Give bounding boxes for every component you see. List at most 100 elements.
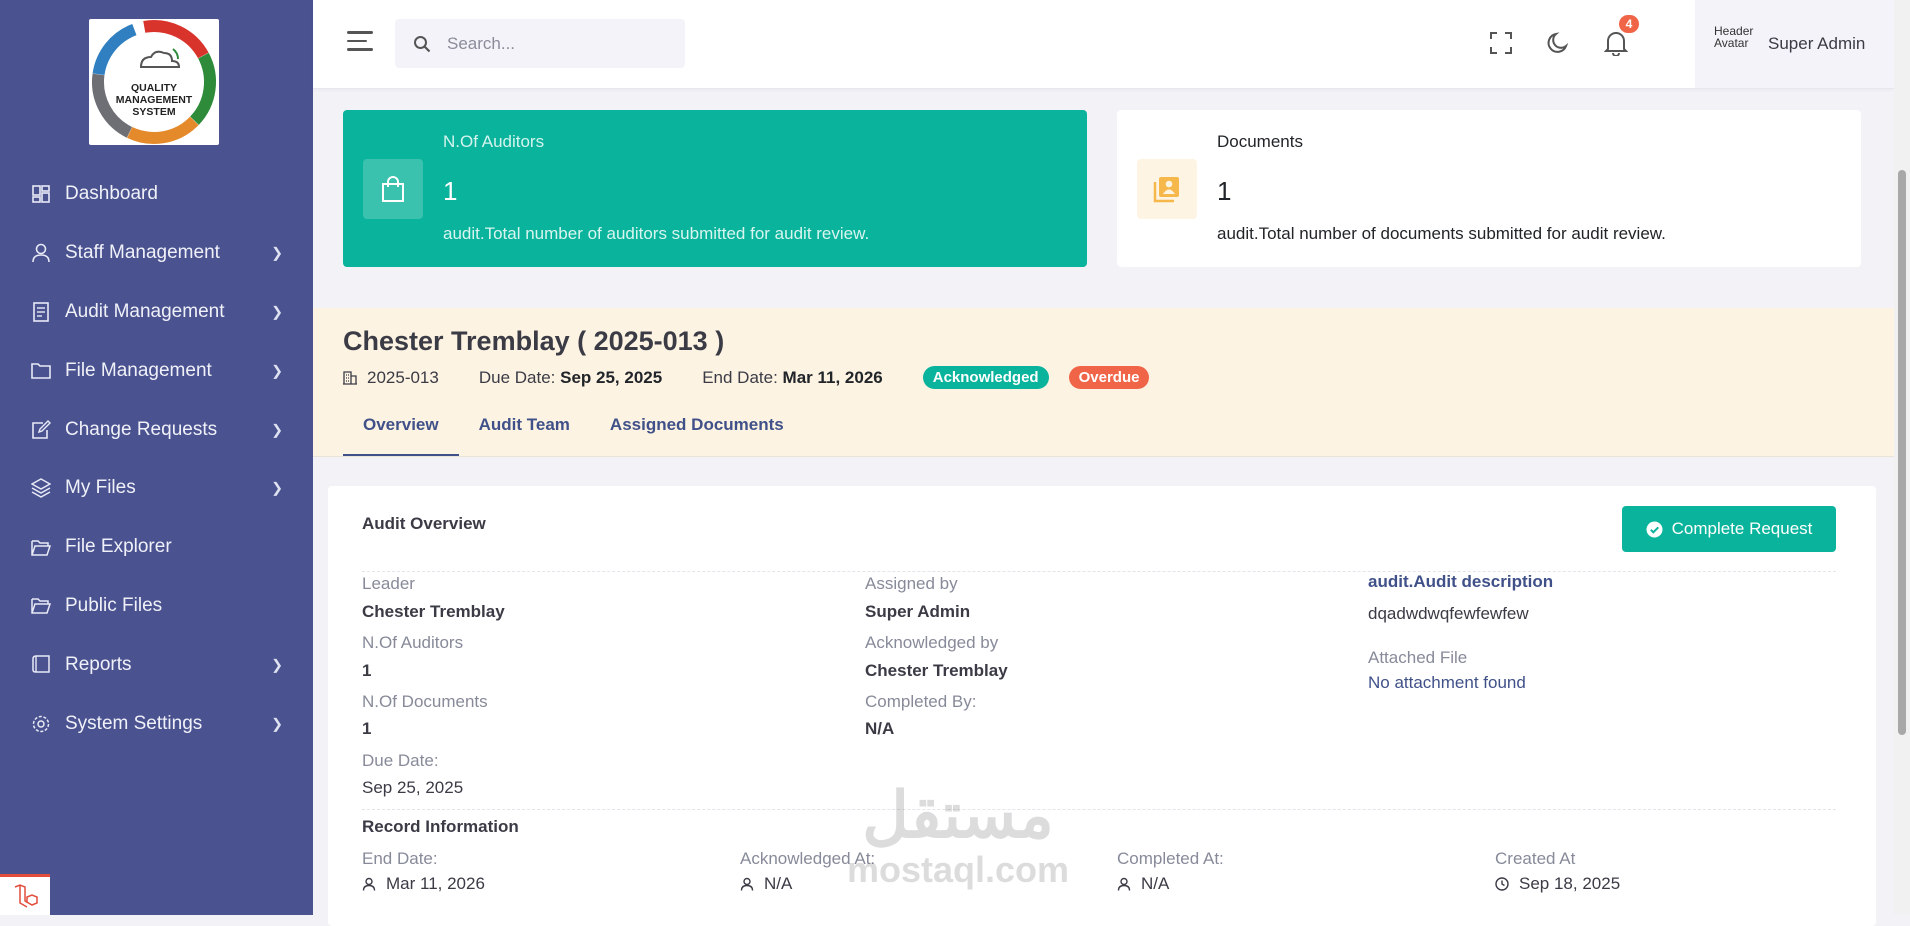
tab-assigned-documents[interactable]: Assigned Documents <box>590 412 804 456</box>
documents-label: N.Of Documents <box>362 692 488 711</box>
sidebar-item-staff-management[interactable]: Staff Management ❯ <box>0 224 313 283</box>
sidebar-item-change-requests[interactable]: Change Requests ❯ <box>0 400 313 459</box>
audit-description-value: dqadwdwqfewfewfew <box>1368 604 1529 623</box>
divider <box>362 571 1836 572</box>
audit-overview-card: Audit Overview Complete Request Leader C… <box>328 486 1876 926</box>
hamburger-menu-icon[interactable] <box>347 31 373 53</box>
sidebar-item-audit-management[interactable]: Audit Management ❯ <box>0 283 313 342</box>
sidebar-item-file-explorer[interactable]: File Explorer <box>0 518 313 577</box>
sidebar-item-label: Public Files <box>65 594 163 616</box>
sidebar-item-label: Audit Management <box>65 300 225 322</box>
record-completed-at: Completed At: N/A <box>1117 849 1224 894</box>
tab-overview[interactable]: Overview <box>343 412 459 456</box>
record-end-date-row: Mar 11, 2026 <box>362 874 485 894</box>
folder-open-icon <box>31 596 51 616</box>
edit-document-icon <box>31 419 51 440</box>
stat-value: 1 <box>1217 176 1232 206</box>
topbar: 4 Header Avatar Super Admin <box>313 0 1894 89</box>
record-end-date-label: End Date: <box>362 849 438 868</box>
record-acknowledged-at: Acknowledged At: N/A <box>740 849 875 894</box>
stat-description: audit.Total number of auditors submitted… <box>443 224 870 243</box>
end-date-value: Mar 11, 2026 <box>782 367 883 387</box>
audit-header: Chester Tremblay ( 2025-013 ) 2025-013 D… <box>313 308 1894 457</box>
user-icon <box>1117 877 1131 891</box>
sidebar-item-file-management[interactable]: File Management ❯ <box>0 341 313 400</box>
record-created-label: Created At <box>1495 849 1576 868</box>
logo-text: QUALITY MANAGEMENT SYSTEM <box>89 82 219 118</box>
search-input[interactable] <box>445 32 669 55</box>
sidebar-item-my-files[interactable]: My Files ❯ <box>0 459 313 518</box>
sidebar-item-label: My Files <box>65 477 136 499</box>
documents-value: 1 <box>362 719 372 738</box>
sidebar-item-label: File Explorer <box>65 536 172 558</box>
notification-count-badge: 4 <box>1619 15 1639 33</box>
laravel-debugbar-icon[interactable] <box>0 874 50 915</box>
gear-icon <box>31 714 51 734</box>
notification-bell-icon[interactable]: 4 <box>1601 15 1639 58</box>
auditors-value: 1 <box>362 661 372 680</box>
record-created-value: Sep 18, 2025 <box>1519 874 1621 893</box>
record-acknowledged-row: N/A <box>740 874 875 894</box>
documents-stat-card: Documents 1 audit.Total number of docume… <box>1117 110 1861 267</box>
record-end-date: End Date: Mar 11, 2026 <box>362 849 485 894</box>
end-date: End Date: Mar 11, 2026 <box>702 368 883 388</box>
chevron-right-icon: ❯ <box>271 303 283 320</box>
complete-request-button[interactable]: Complete Request <box>1622 506 1836 552</box>
fullscreen-icon[interactable] <box>1486 28 1516 58</box>
app-logo[interactable]: QUALITY MANAGEMENT SYSTEM <box>89 19 219 145</box>
leader-label: Leader <box>362 574 415 593</box>
chevron-right-icon: ❯ <box>271 715 283 732</box>
end-date-label: End Date: <box>702 367 778 387</box>
check-circle-icon <box>1646 521 1663 537</box>
sidebar-item-reports[interactable]: Reports ❯ <box>0 635 313 694</box>
dashboard-icon <box>31 184 51 204</box>
record-end-date-value: Mar 11, 2026 <box>386 874 485 893</box>
auditors-label: N.Of Auditors <box>362 633 464 652</box>
audit-description-label: audit.Audit description <box>1368 572 1554 591</box>
page-title: Chester Tremblay ( 2025-013 ) <box>343 326 725 356</box>
chevron-right-icon: ❯ <box>271 421 283 438</box>
sidebar-item-public-files[interactable]: Public Files <box>0 577 313 636</box>
search-icon <box>414 35 431 52</box>
sidebar: QUALITY MANAGEMENT SYSTEM Dashboard Staf… <box>0 0 313 915</box>
tab-audit-team[interactable]: Audit Team <box>459 412 590 456</box>
page-scrollbar[interactable] <box>1894 0 1910 915</box>
logo-text-line: QUALITY <box>130 82 178 94</box>
complete-request-label: Complete Request <box>1671 519 1813 538</box>
divider <box>362 809 1836 810</box>
record-created-at: Created At Sep 18, 2025 <box>1495 849 1620 894</box>
sidebar-nav: Dashboard Staff Management ❯ Audit Manag… <box>0 165 313 753</box>
user-icon <box>362 877 376 891</box>
document-list-icon <box>31 302 51 322</box>
record-information-title: Record Information <box>362 817 519 836</box>
chevron-right-icon: ❯ <box>271 656 283 673</box>
audit-meta: 2025-013 Due Date: Sep 25, 2025 End Date… <box>343 366 1169 389</box>
stat-title: Documents <box>1217 132 1303 151</box>
auditors-stat-card: N.Of Auditors 1 audit.Total number of au… <box>343 110 1087 267</box>
status-badge-overdue: Overdue <box>1068 366 1150 389</box>
user-icon <box>31 243 51 263</box>
building-icon <box>343 370 357 385</box>
user-menu[interactable]: Header Avatar Super Admin <box>1695 0 1894 88</box>
sidebar-item-label: Dashboard <box>65 183 158 205</box>
search-box[interactable] <box>395 19 685 68</box>
logo-text-line: SYSTEM <box>132 106 176 118</box>
avatar: Header Avatar <box>1714 25 1754 50</box>
sidebar-item-label: Reports <box>65 653 132 675</box>
card-title: Audit Overview <box>362 514 486 533</box>
sidebar-item-label: System Settings <box>65 712 203 734</box>
book-icon <box>31 655 51 675</box>
no-attachment-text: No attachment found <box>1368 673 1526 692</box>
layers-icon <box>31 478 51 499</box>
sidebar-item-dashboard[interactable]: Dashboard <box>0 165 313 224</box>
sidebar-item-system-settings[interactable]: System Settings ❯ <box>0 694 313 753</box>
dark-mode-moon-icon[interactable] <box>1543 28 1573 58</box>
folder-open-icon <box>31 537 51 557</box>
due-date-value: Sep 25, 2025 <box>560 367 663 387</box>
record-completed-row: N/A <box>1117 874 1224 894</box>
record-acknowledged-value: N/A <box>764 874 793 893</box>
sidebar-item-label: Change Requests <box>65 418 218 440</box>
contact-book-icon <box>1137 159 1197 219</box>
scrollbar-thumb[interactable] <box>1898 170 1906 735</box>
logo-text-line: MANAGEMENT <box>115 94 193 106</box>
